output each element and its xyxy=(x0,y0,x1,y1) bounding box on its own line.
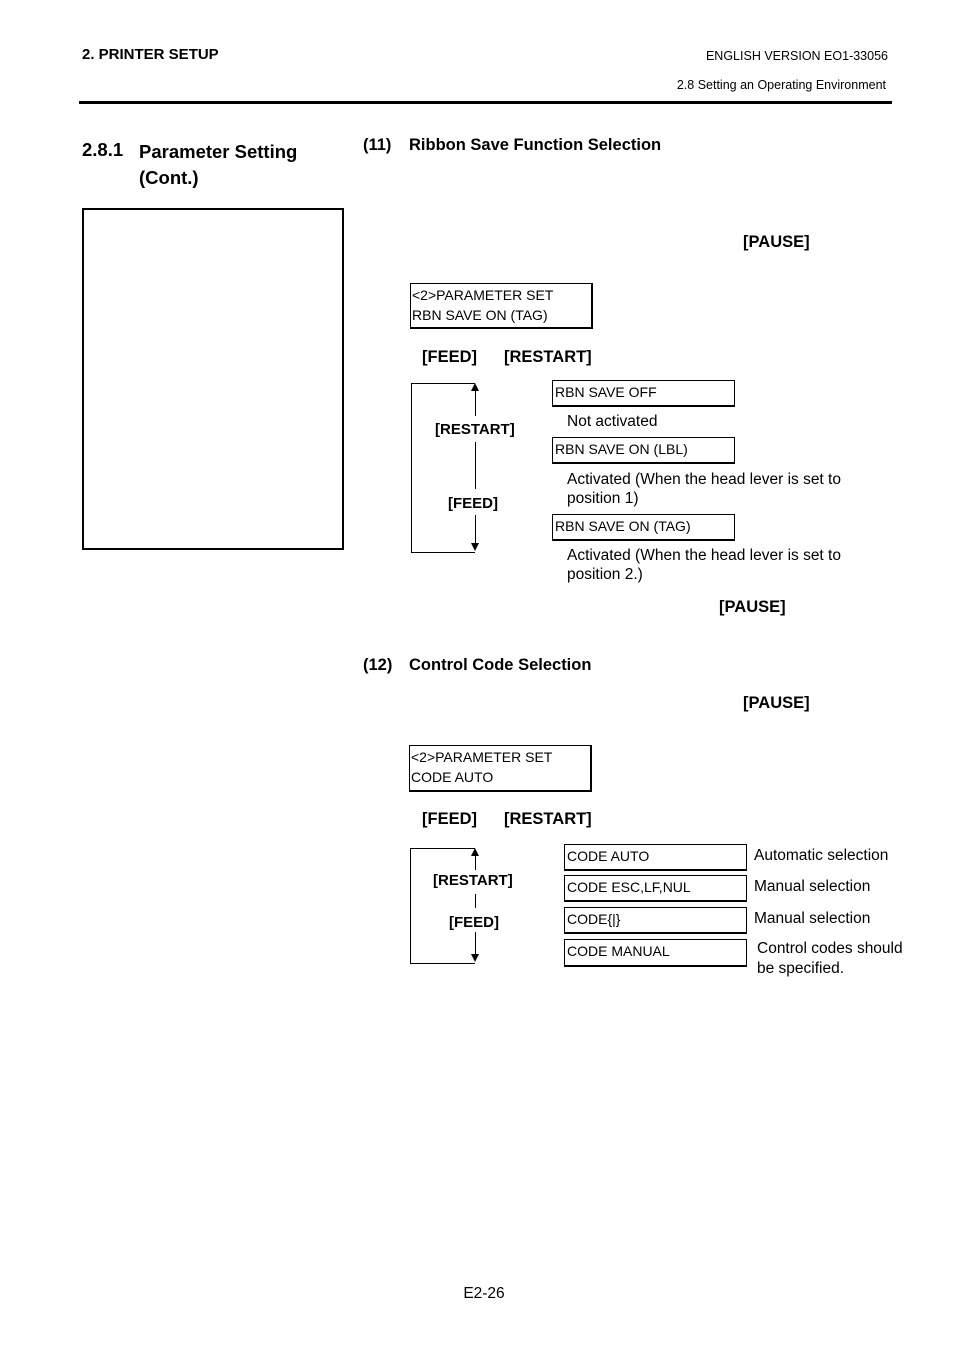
cycle-top-line xyxy=(411,383,475,384)
option-description: Manual selection xyxy=(754,910,871,927)
cycle-feed-label: [FEED] xyxy=(449,914,499,931)
arrow-down-icon xyxy=(471,543,479,551)
lcd-display-code: <2>PARAMETER SET CODE AUTO xyxy=(409,745,592,792)
cycle-bottom-line xyxy=(411,552,475,553)
lcd-line-2: RBN SAVE ON (TAG) xyxy=(412,307,548,323)
lcd-display-ribbon: <2>PARAMETER SET RBN SAVE ON (TAG) xyxy=(410,283,593,329)
lcd-line-1: <2>PARAMETER SET xyxy=(411,749,553,765)
option-display: CODE ESC,LF,NUL xyxy=(564,875,747,902)
cycle-middle-segment xyxy=(475,894,476,908)
option-description: Manual selection xyxy=(754,878,871,895)
section-number: 2.8.1 xyxy=(82,139,124,160)
option-display: RBN SAVE ON (LBL) xyxy=(552,437,735,464)
document-version: ENGLISH VERSION EO1-33056 xyxy=(705,49,888,63)
option-display: CODE{|} xyxy=(564,907,747,934)
subsection-12-title: Control Code Selection xyxy=(409,656,592,674)
lcd-line-1: <2>PARAMETER SET xyxy=(412,287,554,303)
arrow-down-icon xyxy=(471,954,479,962)
cycle-feed-label: [FEED] xyxy=(448,495,498,512)
subsection-12-number: (12) xyxy=(363,656,393,674)
page-number: E2-26 xyxy=(463,1285,505,1302)
option-display: CODE AUTO xyxy=(564,844,747,871)
pause-key-label: [PAUSE] xyxy=(719,598,786,616)
cycle-lower-segment xyxy=(475,515,476,545)
option-display: RBN SAVE ON (TAG) xyxy=(552,514,735,541)
option-description: Not activated xyxy=(567,413,658,430)
option-display: RBN SAVE OFF xyxy=(552,380,735,407)
section-title: Parameter Setting (Cont.) xyxy=(139,141,298,188)
cycle-restart-label: [RESTART] xyxy=(435,421,515,438)
feed-key-label: [FEED] xyxy=(422,810,477,828)
subsection-11-number: (11) xyxy=(363,136,392,154)
restart-key-label: [RESTART] xyxy=(504,810,592,828)
subsection-11-title: Ribbon Save Function Selection xyxy=(409,136,662,154)
option-description: Activated (When the head lever is set to… xyxy=(567,471,841,507)
header-rule xyxy=(79,101,892,104)
lcd-line-2: CODE AUTO xyxy=(411,769,494,785)
feed-key-label: [FEED] xyxy=(422,348,477,366)
chapter-title: 2. PRINTER SETUP xyxy=(82,46,219,63)
cycle-left-line xyxy=(410,848,411,963)
side-note-box xyxy=(82,208,344,550)
cycle-restart-label: [RESTART] xyxy=(433,872,513,889)
cycle-middle-segment xyxy=(475,442,476,489)
pause-key-label: [PAUSE] xyxy=(743,233,810,251)
option-description: Automatic selection xyxy=(754,847,889,864)
option-description: Activated (When the head lever is set to… xyxy=(567,547,841,583)
option-description: Control codes should be specified. xyxy=(757,940,903,977)
section-breadcrumb: 2.8 Setting an Operating Environment xyxy=(676,78,886,92)
arrow-up-icon xyxy=(471,383,479,391)
pause-key-label: [PAUSE] xyxy=(743,694,810,712)
cycle-bottom-line xyxy=(410,963,475,964)
cycle-left-line xyxy=(411,383,412,552)
cycle-top-line xyxy=(410,848,475,849)
arrow-up-icon xyxy=(471,848,479,856)
cycle-lower-segment xyxy=(475,932,476,956)
option-display: CODE MANUAL xyxy=(564,939,747,967)
restart-key-label: [RESTART] xyxy=(504,348,592,366)
